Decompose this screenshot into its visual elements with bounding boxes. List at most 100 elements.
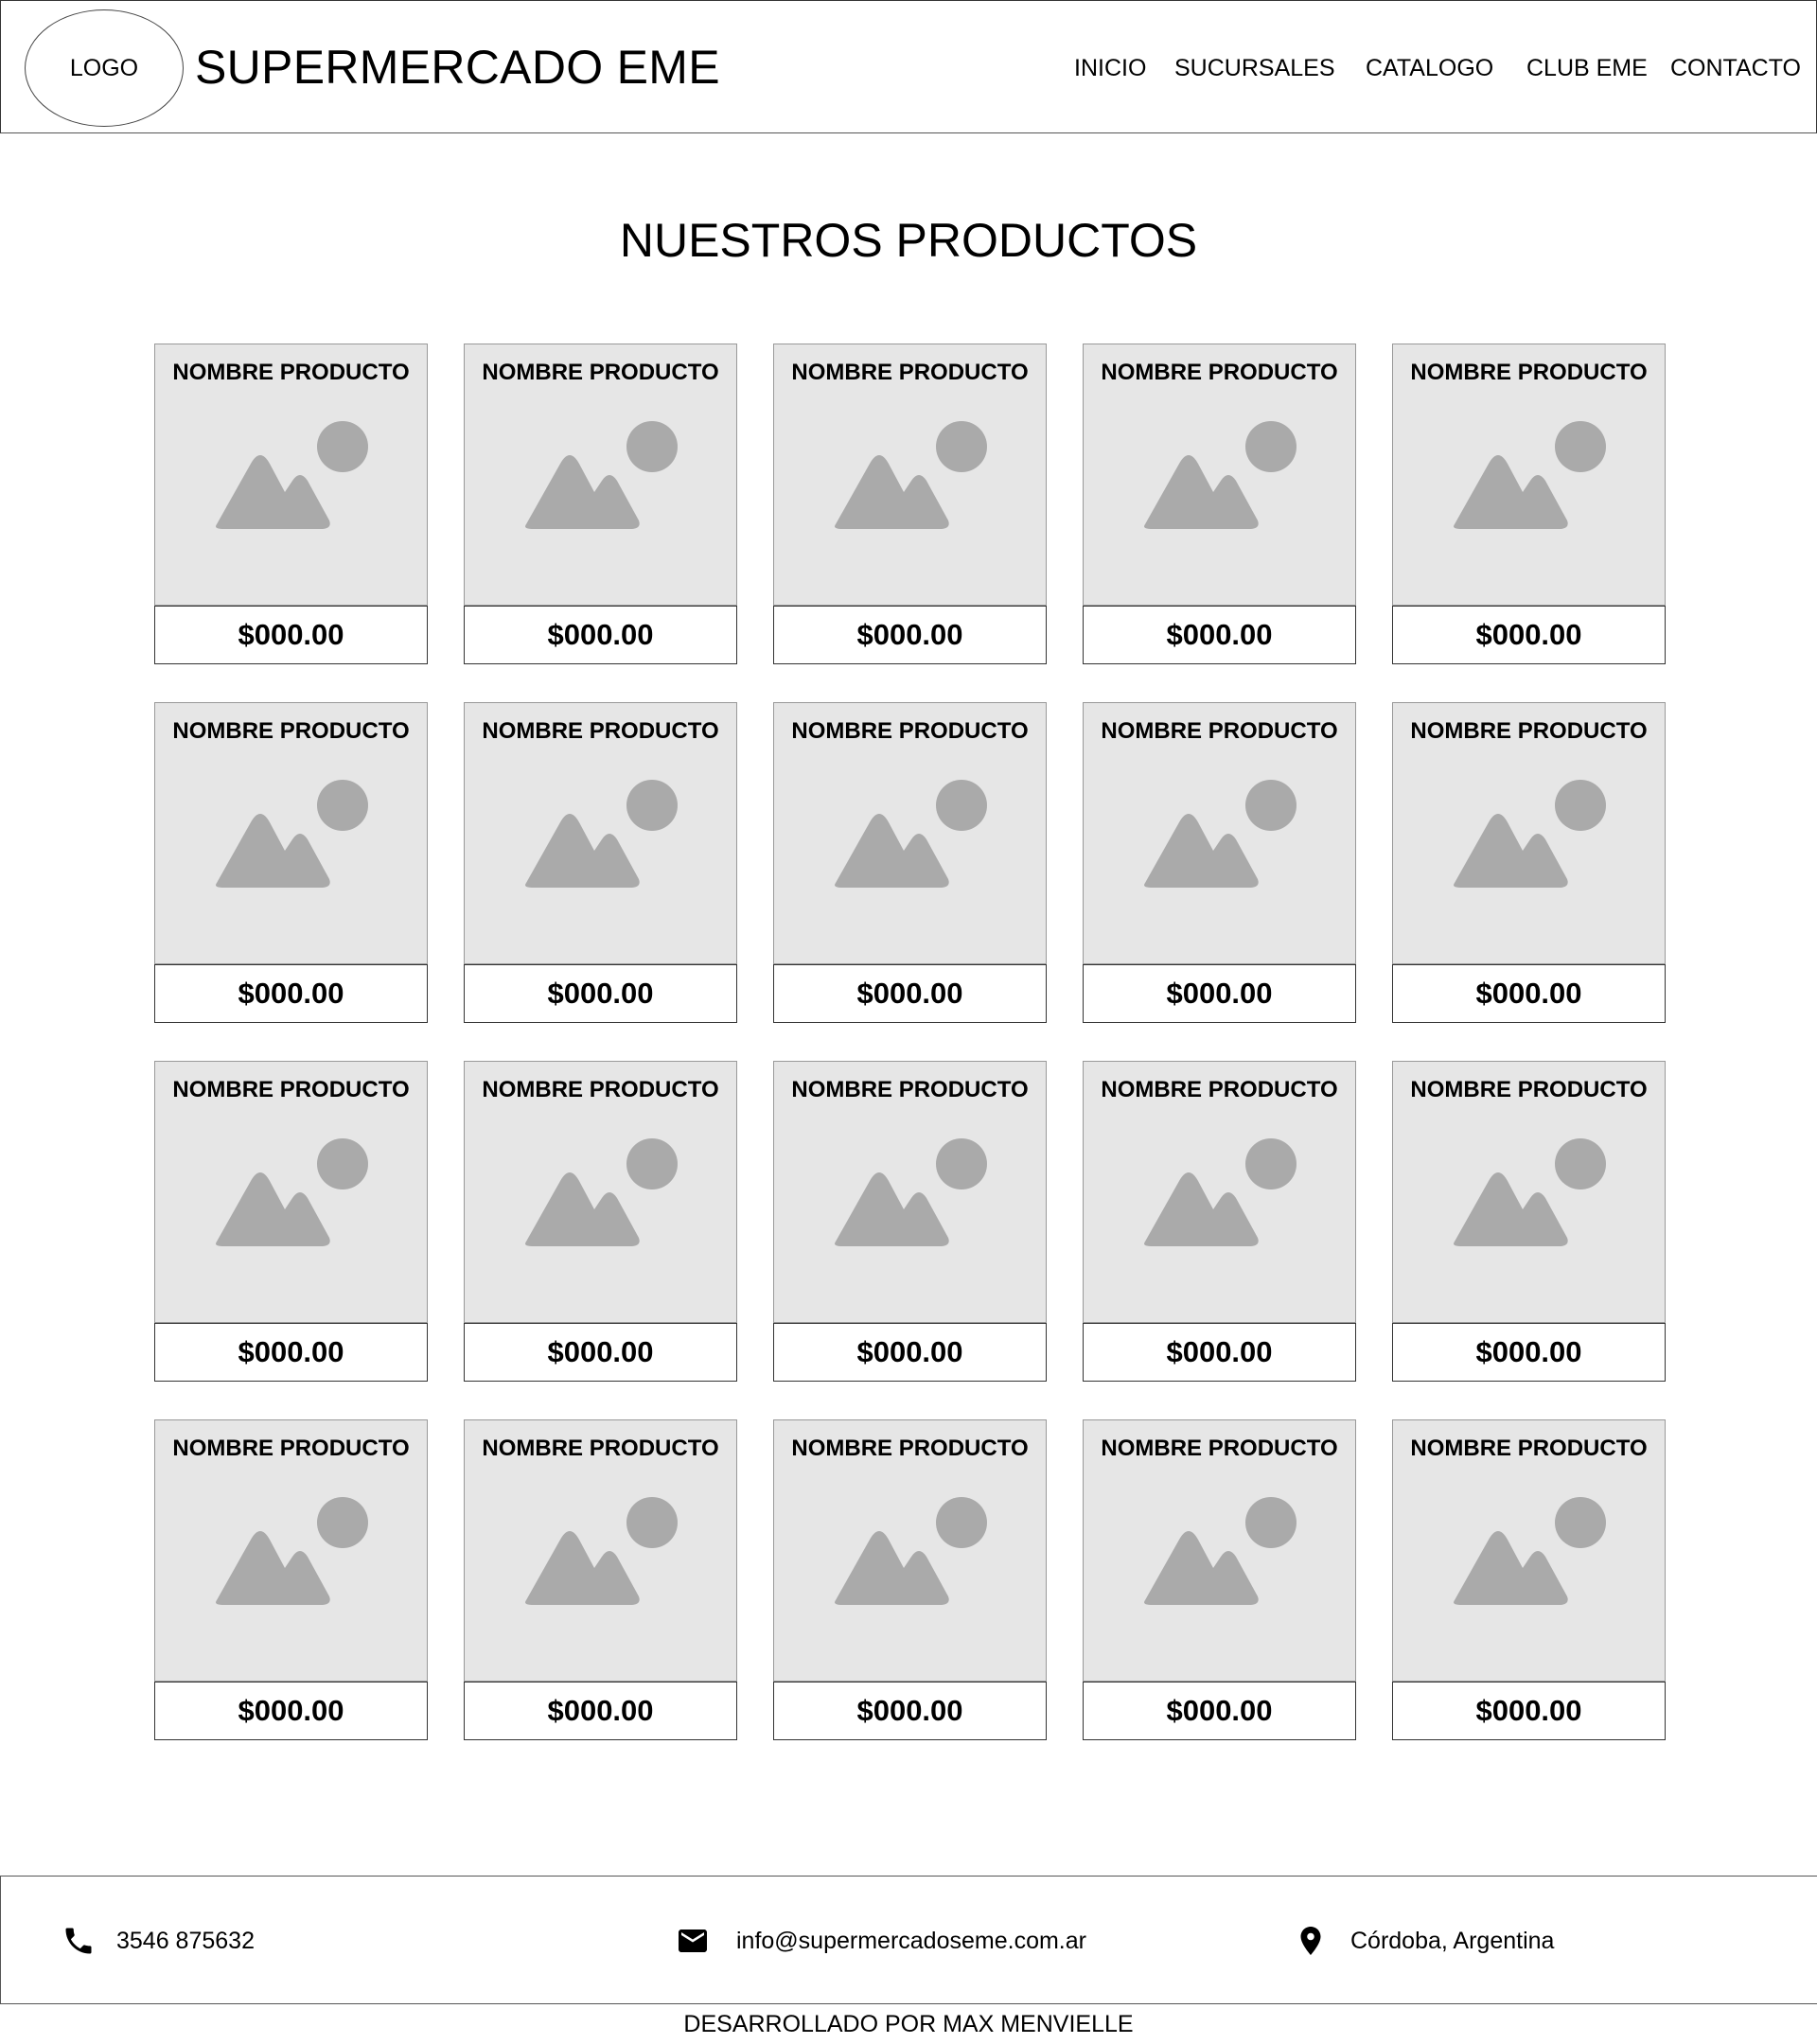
product-card[interactable]: NOMBRE PRODUCTO $000.00 bbox=[154, 1061, 428, 1382]
product-image-area: NOMBRE PRODUCTO bbox=[1083, 1419, 1356, 1682]
product-name: NOMBRE PRODUCTO bbox=[172, 1077, 410, 1102]
product-name: NOMBRE PRODUCTO bbox=[791, 718, 1029, 744]
image-placeholder-icon bbox=[525, 1497, 678, 1605]
product-image-area: NOMBRE PRODUCTO bbox=[1392, 344, 1666, 606]
product-card[interactable]: NOMBRE PRODUCTO $000.00 bbox=[464, 344, 737, 664]
product-price: $000.00 bbox=[1392, 964, 1666, 1023]
product-image-area: NOMBRE PRODUCTO bbox=[464, 344, 737, 606]
product-grid: NOMBRE PRODUCTO $000.00 NOMBRE PRODUCTO $00… bbox=[0, 0, 1817, 1798]
product-name: NOMBRE PRODUCTO bbox=[482, 1077, 719, 1102]
product-card[interactable]: NOMBRE PRODUCTO $000.00 bbox=[154, 702, 428, 1023]
product-image-area: NOMBRE PRODUCTO bbox=[154, 1419, 428, 1682]
image-placeholder-icon bbox=[1144, 1497, 1297, 1605]
product-price: $000.00 bbox=[154, 1682, 428, 1740]
product-price: $000.00 bbox=[1392, 1682, 1666, 1740]
product-price: $000.00 bbox=[773, 1323, 1047, 1382]
image-placeholder-icon bbox=[525, 780, 678, 888]
footer-email[interactable]: info@supermercadoseme.com.ar bbox=[676, 1922, 1086, 1960]
product-image-area: NOMBRE PRODUCTO bbox=[154, 702, 428, 964]
product-price: $000.00 bbox=[464, 1323, 737, 1382]
phone-number: 3546 875632 bbox=[116, 1927, 255, 1954]
product-card[interactable]: NOMBRE PRODUCTO $000.00 bbox=[1083, 1061, 1356, 1382]
product-name: NOMBRE PRODUCTO bbox=[172, 1436, 410, 1461]
product-card[interactable]: NOMBRE PRODUCTO $000.00 bbox=[1083, 344, 1356, 664]
product-price: $000.00 bbox=[154, 606, 428, 664]
product-image-area: NOMBRE PRODUCTO bbox=[464, 702, 737, 964]
product-card[interactable]: NOMBRE PRODUCTO $000.00 bbox=[1083, 1419, 1356, 1740]
product-price: $000.00 bbox=[464, 964, 737, 1023]
product-name: NOMBRE PRODUCTO bbox=[1410, 718, 1648, 744]
product-price: $000.00 bbox=[154, 964, 428, 1023]
product-name: NOMBRE PRODUCTO bbox=[1410, 360, 1648, 385]
product-name: NOMBRE PRODUCTO bbox=[791, 1436, 1029, 1461]
product-image-area: NOMBRE PRODUCTO bbox=[1083, 1061, 1356, 1323]
product-image-area: NOMBRE PRODUCTO bbox=[1392, 702, 1666, 964]
product-card[interactable]: NOMBRE PRODUCTO $000.00 bbox=[773, 1061, 1047, 1382]
product-image-area: NOMBRE PRODUCTO bbox=[1083, 344, 1356, 606]
product-name: NOMBRE PRODUCTO bbox=[1410, 1077, 1648, 1102]
mail-icon bbox=[679, 1929, 707, 1952]
product-card[interactable]: NOMBRE PRODUCTO $000.00 bbox=[1392, 702, 1666, 1023]
email-address: info@supermercadoseme.com.ar bbox=[736, 1927, 1086, 1954]
footer-location[interactable]: Córdoba, Argentina bbox=[1294, 1922, 1554, 1960]
product-price: $000.00 bbox=[464, 1682, 737, 1740]
image-placeholder-icon bbox=[1454, 780, 1606, 888]
image-placeholder-icon bbox=[835, 421, 987, 529]
image-placeholder-icon bbox=[835, 1138, 987, 1246]
product-name: NOMBRE PRODUCTO bbox=[1101, 1436, 1338, 1461]
product-card[interactable]: NOMBRE PRODUCTO $000.00 bbox=[773, 344, 1047, 664]
product-image-area: NOMBRE PRODUCTO bbox=[1083, 702, 1356, 964]
image-placeholder-icon bbox=[216, 421, 368, 529]
image-placeholder-icon bbox=[525, 1138, 678, 1246]
product-image-area: NOMBRE PRODUCTO bbox=[773, 1419, 1047, 1682]
image-placeholder-icon bbox=[525, 421, 678, 529]
product-card[interactable]: NOMBRE PRODUCTO $000.00 bbox=[773, 1419, 1047, 1740]
product-name: NOMBRE PRODUCTO bbox=[1101, 718, 1338, 744]
image-placeholder-icon bbox=[1454, 1497, 1606, 1605]
image-placeholder-icon bbox=[216, 1138, 368, 1246]
product-price: $000.00 bbox=[464, 606, 737, 664]
product-card[interactable]: NOMBRE PRODUCTO $000.00 bbox=[154, 1419, 428, 1740]
product-name: NOMBRE PRODUCTO bbox=[482, 718, 719, 744]
phone-icon bbox=[65, 1928, 92, 1954]
product-card[interactable]: NOMBRE PRODUCTO $000.00 bbox=[464, 1061, 737, 1382]
product-card[interactable]: NOMBRE PRODUCTO $000.00 bbox=[1083, 702, 1356, 1023]
product-card[interactable]: NOMBRE PRODUCTO $000.00 bbox=[154, 344, 428, 664]
product-price: $000.00 bbox=[1083, 606, 1356, 664]
product-card[interactable]: NOMBRE PRODUCTO $000.00 bbox=[1392, 344, 1666, 664]
product-price: $000.00 bbox=[773, 964, 1047, 1023]
product-image-area: NOMBRE PRODUCTO bbox=[464, 1061, 737, 1323]
credits-text: DESARROLLADO POR MAX MENVIELLE bbox=[683, 2011, 1134, 2037]
product-name: NOMBRE PRODUCTO bbox=[172, 360, 410, 385]
product-image-area: NOMBRE PRODUCTO bbox=[154, 1061, 428, 1323]
footer-phone[interactable]: 3546 875632 bbox=[62, 1922, 255, 1960]
image-placeholder-icon bbox=[216, 780, 368, 888]
product-price: $000.00 bbox=[1392, 1323, 1666, 1382]
image-placeholder-icon bbox=[1144, 421, 1297, 529]
location-text: Córdoba, Argentina bbox=[1350, 1927, 1555, 1954]
product-name: NOMBRE PRODUCTO bbox=[1101, 360, 1338, 385]
location-pin-icon bbox=[1300, 1927, 1321, 1955]
product-name: NOMBRE PRODUCTO bbox=[482, 360, 719, 385]
product-card[interactable]: NOMBRE PRODUCTO $000.00 bbox=[1392, 1061, 1666, 1382]
product-price: $000.00 bbox=[154, 1323, 428, 1382]
product-image-area: NOMBRE PRODUCTO bbox=[464, 1419, 737, 1682]
product-card[interactable]: NOMBRE PRODUCTO $000.00 bbox=[1392, 1419, 1666, 1740]
product-card[interactable]: NOMBRE PRODUCTO $000.00 bbox=[464, 702, 737, 1023]
product-price: $000.00 bbox=[773, 606, 1047, 664]
product-price: $000.00 bbox=[773, 1682, 1047, 1740]
product-card[interactable]: NOMBRE PRODUCTO $000.00 bbox=[464, 1419, 737, 1740]
product-name: NOMBRE PRODUCTO bbox=[791, 360, 1029, 385]
image-placeholder-icon bbox=[1144, 1138, 1297, 1246]
product-name: NOMBRE PRODUCTO bbox=[1410, 1436, 1648, 1461]
product-price: $000.00 bbox=[1083, 964, 1356, 1023]
image-placeholder-icon bbox=[835, 780, 987, 888]
product-image-area: NOMBRE PRODUCTO bbox=[773, 702, 1047, 964]
image-placeholder-icon bbox=[216, 1497, 368, 1605]
product-image-area: NOMBRE PRODUCTO bbox=[773, 344, 1047, 606]
product-name: NOMBRE PRODUCTO bbox=[791, 1077, 1029, 1102]
image-placeholder-icon bbox=[1454, 421, 1606, 529]
product-price: $000.00 bbox=[1392, 606, 1666, 664]
product-card[interactable]: NOMBRE PRODUCTO $000.00 bbox=[773, 702, 1047, 1023]
product-name: NOMBRE PRODUCTO bbox=[482, 1436, 719, 1461]
